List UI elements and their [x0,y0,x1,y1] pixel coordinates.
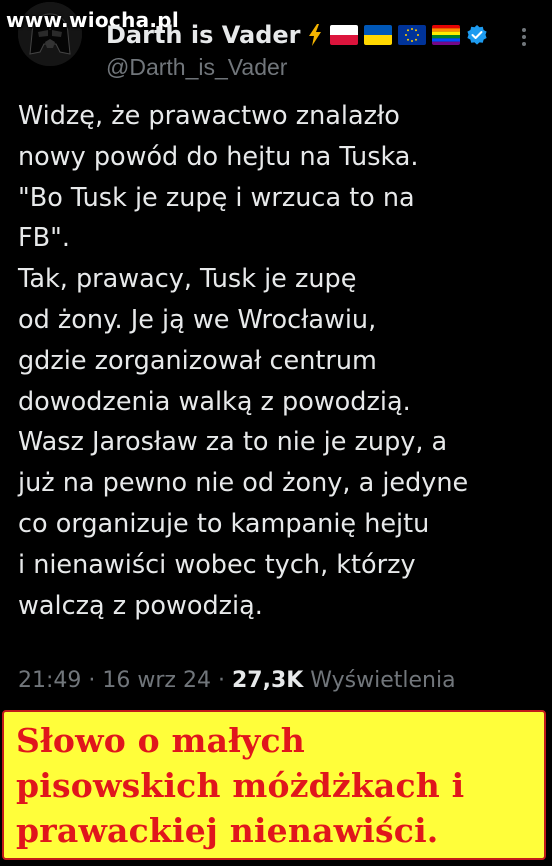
tweet-text-line: co organizuje to kampanię hejtu [18,508,430,539]
caption-line: pisowskich móżdżkach i [16,766,465,805]
tweet-text: Widzę, że prawactwo znalazło nowy powód … [18,96,544,626]
tweet-text-line: gdzie zorganizował centrum [18,345,377,376]
eu-flag-icon [398,25,427,45]
author-display-name[interactable]: Darth is Vader [106,21,300,49]
author-handle[interactable]: @Darth_is_Vader [106,54,287,81]
views-count: 27,3K [231,668,304,693]
meta-separator: · [217,668,225,693]
tweet-text-line: walczą z powodzią. [18,590,263,621]
verified-icon [467,25,488,45]
tweet-text-line: FB". [18,223,70,254]
tweet-card: www.wiocha.pl Darth is Vader @Darth_is_V… [0,0,552,708]
tweet-text-line: już na pewno nie od żony, a jedyne [18,468,469,499]
caption-banner: Słowo o małych pisowskich móżdżkach i pr… [2,710,546,860]
tweet-text-line: dowodzenia walką z powodzią. [18,386,411,417]
tweet-text-line: nowy powód do hejtu na Tuska. [18,141,419,172]
tweet-text-line: Wasz Jarosław za to nie je zupy, a [18,427,448,458]
tweet-text-line: od żony. Je ją we Wrocławiu, [18,304,377,335]
ukraine-flag-icon [364,25,393,45]
tweet-text-line: "Bo Tusk je zupę i wrzuca to na [18,182,415,213]
tweet-date[interactable]: 16 wrz 24 [102,668,211,693]
lightning-icon [309,24,322,46]
caption-line: prawackiej nienawiści. [16,811,439,850]
tweet-text-line: i nienawiści wobec tych, którzy [18,549,416,580]
poland-flag-icon [330,25,359,45]
tweet-time[interactable]: 21:49 [18,668,81,693]
tweet-meta: 21:49 · 16 wrz 24 · 27,3K Wyświetlenia [18,668,456,693]
author-name-row: Darth is Vader [106,18,488,52]
rainbow-flag-icon [432,25,461,45]
tweet-text-line: Tak, prawacy, Tusk je zupę [18,264,357,295]
meta-separator: · [88,668,96,693]
caption-line: Słowo o małych [16,721,306,760]
more-options-button[interactable] [512,22,536,52]
more-dots-icon [522,28,526,46]
views-label: Wyświetlenia [310,668,456,693]
tweet-text-line: Widzę, że prawactwo znalazło [18,101,400,131]
